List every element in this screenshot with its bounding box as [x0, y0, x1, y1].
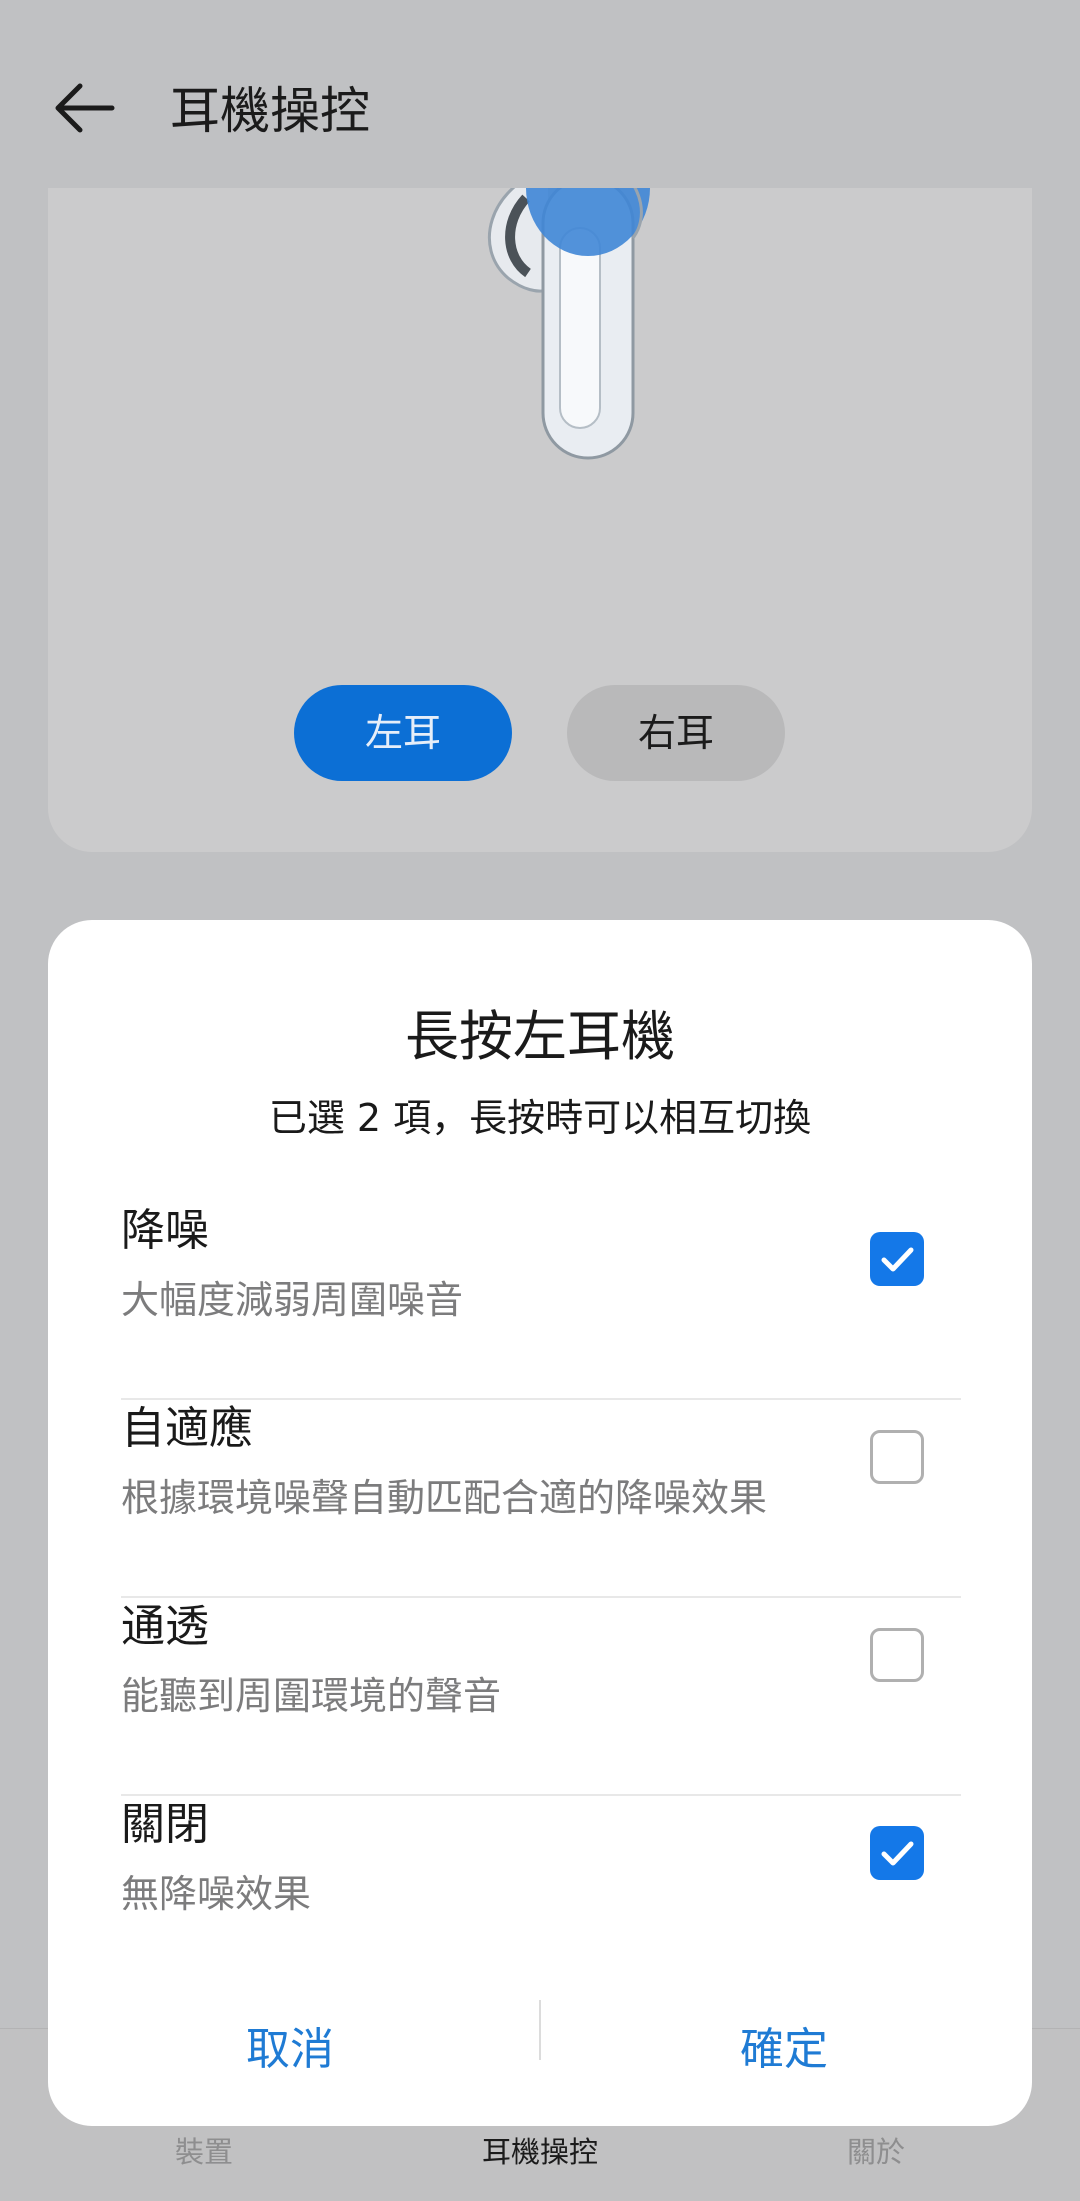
arrow-left-icon [55, 83, 115, 133]
confirm-button[interactable]: 確定 [614, 1995, 954, 2105]
app-bar: 耳機操控 [0, 0, 1080, 190]
option-name: 自適應 [121, 1403, 253, 1454]
option-noise-cancel[interactable]: 降噪 大幅度減弱周圍噪音 [121, 1202, 961, 1400]
option-transparency[interactable]: 通透 能聽到周圍環境的聲音 [121, 1598, 961, 1796]
checkbox-adaptive[interactable] [870, 1430, 924, 1484]
check-icon [881, 1841, 914, 1866]
option-desc: 大幅度減弱周圍噪音 [121, 1278, 464, 1322]
earbud-preview-card: 左耳 右耳 [48, 188, 1032, 852]
dialog-subtitle: 已選 2 項，長按時可以相互切換 [268, 1096, 812, 1140]
dialog-title: 長按左耳機 [405, 1005, 675, 1068]
checkbox-off[interactable] [870, 1826, 924, 1880]
nav-about[interactable]: 關於 [756, 2132, 996, 2172]
page-title: 耳機操控 [170, 82, 370, 140]
check-icon [881, 1247, 914, 1272]
option-desc: 無降噪效果 [121, 1872, 312, 1916]
long-press-dialog: 長按左耳機 已選 2 項，長按時可以相互切換 降噪 大幅度減弱周圍噪音 自適應 … [48, 920, 1032, 2126]
option-off[interactable]: 關閉 無降噪效果 [121, 1796, 961, 1994]
option-name: 降噪 [121, 1205, 209, 1256]
button-separator [539, 2000, 541, 2060]
checkbox-transparency[interactable] [870, 1628, 924, 1682]
checkbox-noise-cancel[interactable] [870, 1232, 924, 1286]
nav-devices[interactable]: 裝置 [84, 2132, 324, 2172]
option-adaptive[interactable]: 自適應 根據環境噪聲自動匹配合適的降噪效果 [121, 1400, 961, 1598]
back-button[interactable] [50, 78, 120, 138]
nav-earbud-controls[interactable]: 耳機操控 [420, 2132, 660, 2172]
option-name: 關閉 [121, 1799, 209, 1850]
right-ear-toggle[interactable]: 右耳 [567, 685, 785, 781]
left-ear-toggle[interactable]: 左耳 [294, 685, 512, 781]
cancel-button[interactable]: 取消 [120, 1995, 460, 2105]
option-name: 通透 [121, 1601, 209, 1652]
earbud-image [487, 188, 650, 460]
option-desc: 根據環境噪聲自動匹配合適的降噪效果 [121, 1476, 768, 1520]
option-desc: 能聽到周圍環境的聲音 [121, 1674, 502, 1718]
